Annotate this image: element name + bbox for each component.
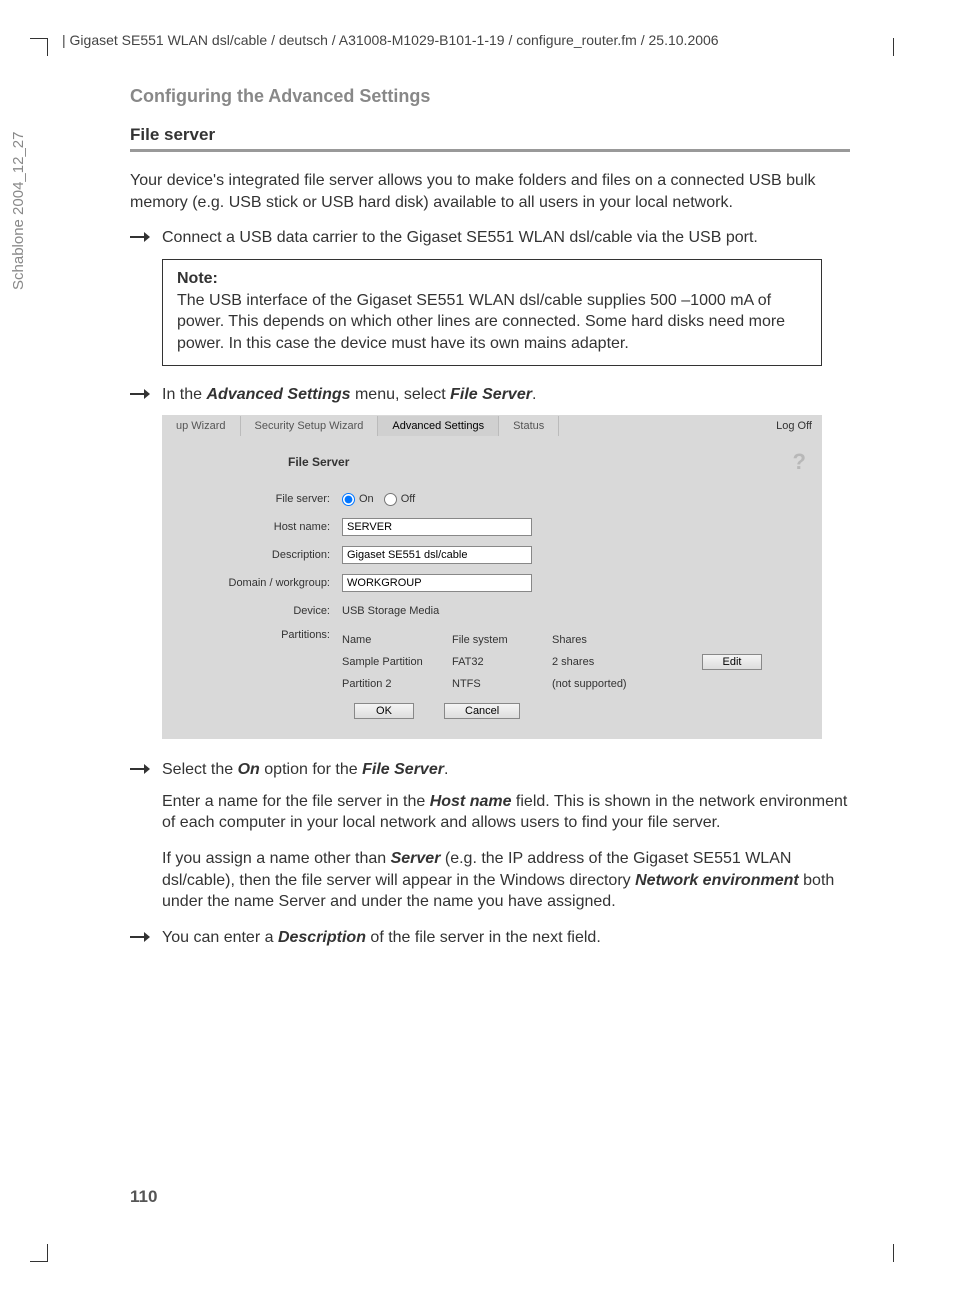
arrow-icon: [130, 931, 152, 943]
note-box: Note: The USB interface of the Gigaset S…: [162, 259, 822, 366]
panel-title: File Server: [288, 455, 802, 469]
host-input[interactable]: [342, 518, 532, 536]
radio-off-input[interactable]: [384, 493, 397, 506]
tab-security-wizard[interactable]: Security Setup Wizard: [241, 416, 379, 436]
th-shares: Shares: [552, 634, 682, 646]
note-title: Note:: [177, 270, 807, 288]
edit-button[interactable]: Edit: [702, 654, 763, 670]
arrow-icon: [130, 231, 152, 243]
subsection-title: File server: [130, 125, 850, 145]
cell-name: Sample Partition: [342, 656, 452, 668]
device-value: USB Storage Media: [342, 605, 802, 617]
radio-on-input[interactable]: [342, 493, 355, 506]
arrow-icon: [130, 388, 152, 400]
cell-shares: 2 shares: [552, 656, 682, 668]
device-label: Device:: [182, 605, 342, 617]
th-name: Name: [342, 634, 452, 646]
domain-input[interactable]: [342, 574, 532, 592]
divider: [130, 149, 850, 152]
tab-status[interactable]: Status: [499, 416, 559, 436]
partitions-label: Partitions:: [182, 629, 342, 641]
arrow-icon: [130, 763, 152, 775]
step-text: Connect a USB data carrier to the Gigase…: [162, 227, 758, 249]
doc-header: | Gigaset SE551 WLAN dsl/cable / deutsch…: [62, 32, 719, 48]
intro-paragraph: Your device's integrated file server all…: [130, 170, 850, 213]
step-text: Select the On option for the File Server…: [162, 759, 448, 781]
section-title: Configuring the Advanced Settings: [130, 86, 850, 107]
ok-button[interactable]: OK: [354, 703, 414, 719]
step-text: In the Advanced Settings menu, select Fi…: [162, 384, 536, 406]
radio-off[interactable]: Off: [384, 493, 415, 506]
paragraph: Enter a name for the file server in the …: [162, 791, 850, 834]
cancel-button[interactable]: Cancel: [444, 703, 520, 719]
desc-label: Description:: [182, 549, 342, 561]
cell-fs: FAT32: [452, 656, 552, 668]
host-label: Host name:: [182, 521, 342, 533]
paragraph: If you assign a name other than Server (…: [162, 848, 850, 913]
cell-name: Partition 2: [342, 678, 452, 690]
cell-fs: NTFS: [452, 678, 552, 690]
tab-advanced-settings[interactable]: Advanced Settings: [378, 416, 499, 436]
radio-on[interactable]: On: [342, 493, 374, 506]
domain-label: Domain / workgroup:: [182, 577, 342, 589]
page-number: 110: [130, 1187, 157, 1207]
table-row: Partition 2 NTFS (not supported): [342, 673, 802, 695]
router-ui-screenshot: up Wizard Security Setup Wizard Advanced…: [162, 415, 822, 739]
help-icon[interactable]: ?: [793, 449, 806, 475]
file-server-label: File server:: [182, 493, 342, 505]
logoff-link[interactable]: Log Off: [766, 416, 822, 436]
template-stamp: Schablone 2004_12_27: [10, 132, 27, 290]
tab-basic-wizard[interactable]: up Wizard: [162, 416, 241, 436]
desc-input[interactable]: [342, 546, 532, 564]
note-body: The USB interface of the Gigaset SE551 W…: [177, 290, 807, 355]
step-text: You can enter a Description of the file …: [162, 927, 601, 949]
th-fs: File system: [452, 634, 552, 646]
table-row: Sample Partition FAT32 2 shares Edit: [342, 651, 802, 673]
cell-shares: (not supported): [552, 678, 682, 690]
